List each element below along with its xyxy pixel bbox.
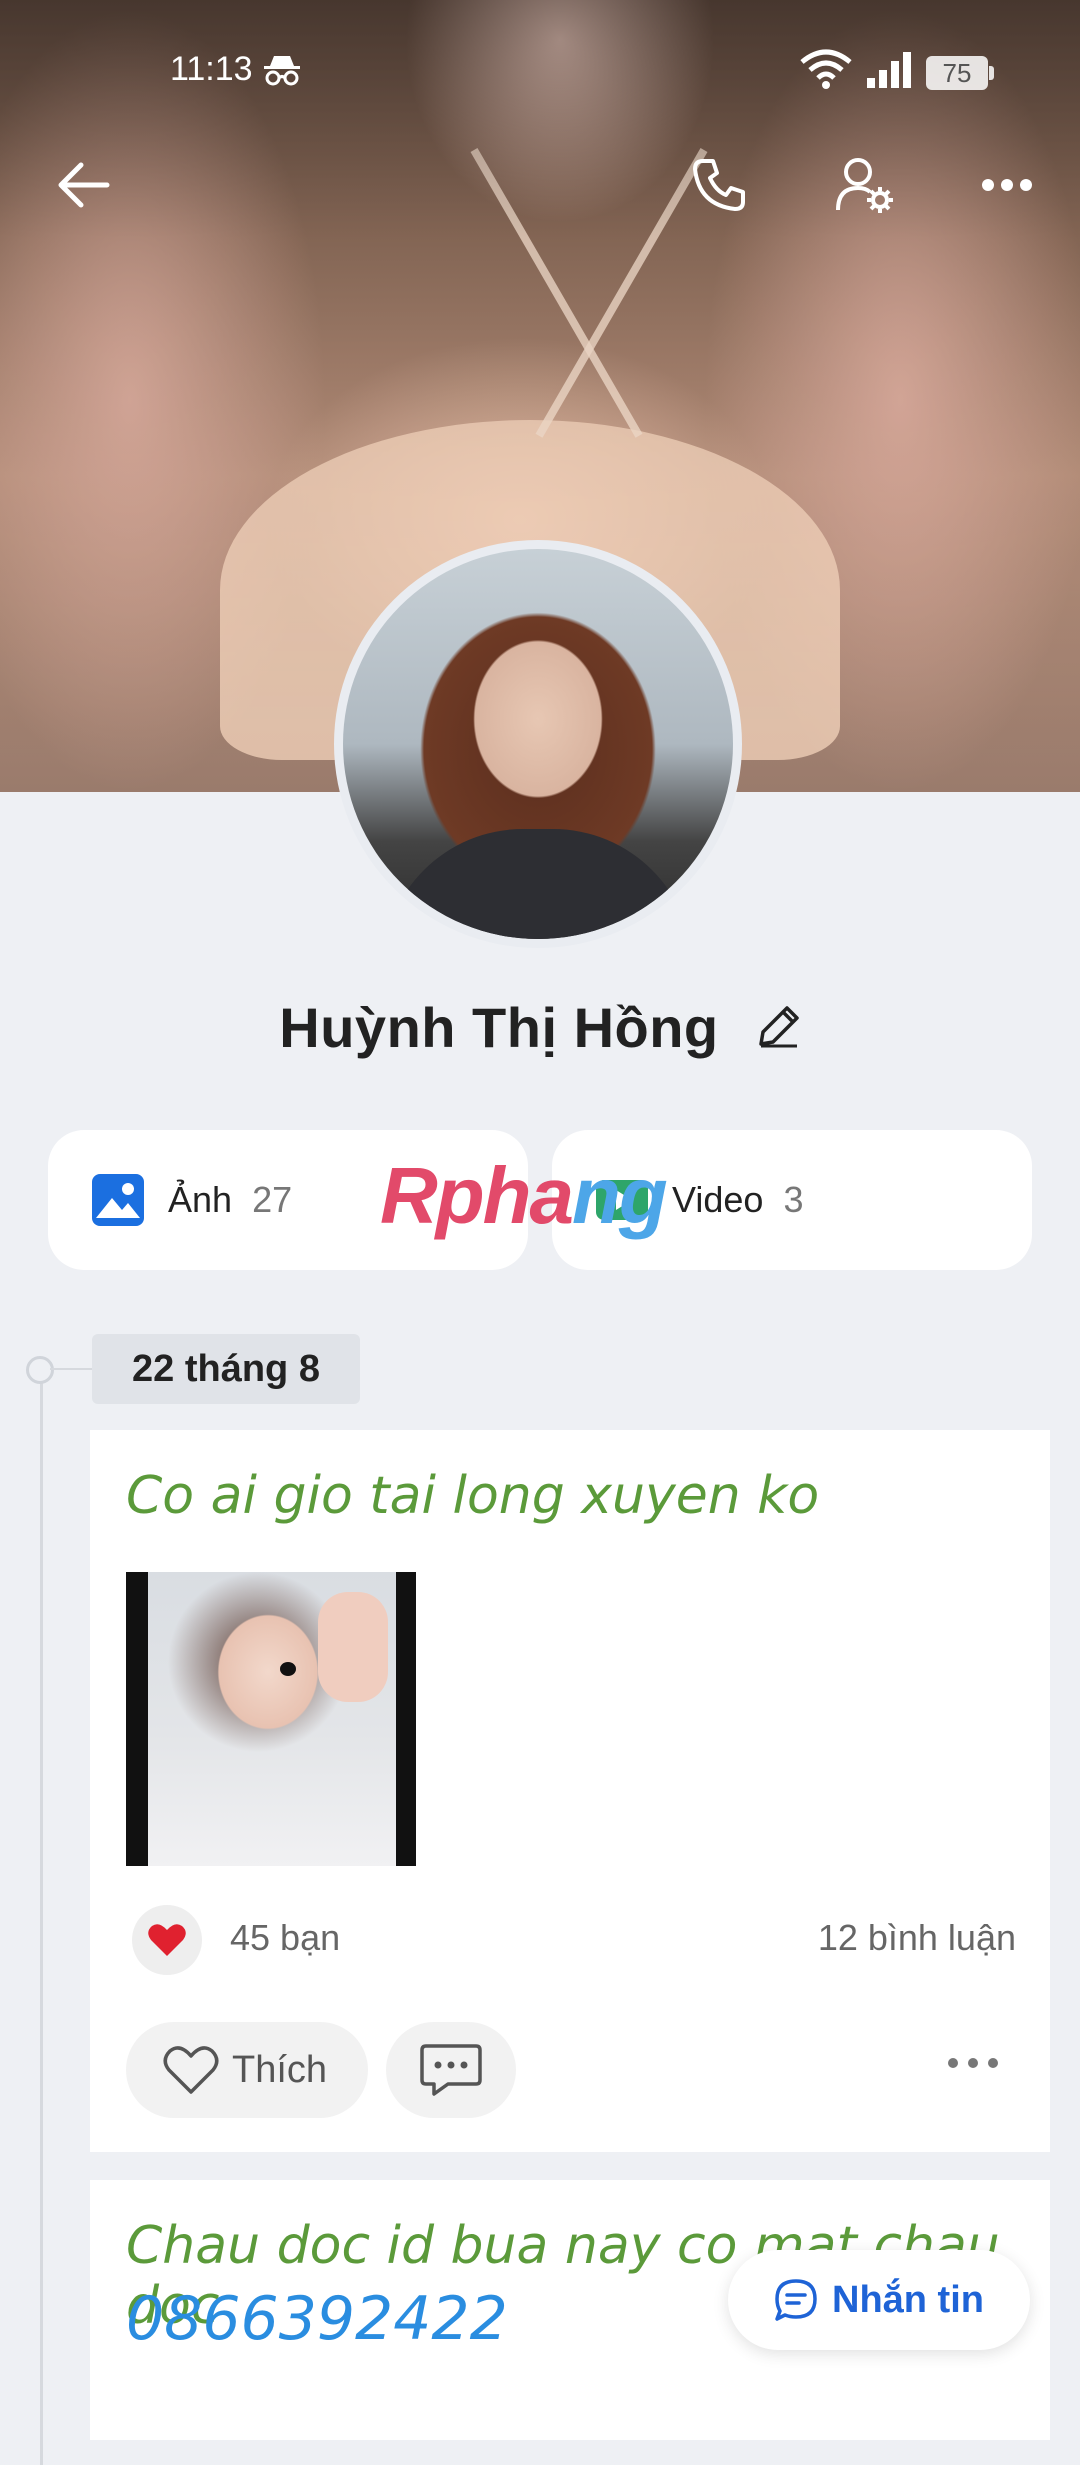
heart-outline-icon (162, 2044, 220, 2096)
status-bar: 11:13 75 (0, 40, 1080, 100)
call-button[interactable] (684, 150, 754, 220)
back-button[interactable] (48, 150, 118, 220)
profile-settings-button[interactable] (830, 150, 900, 220)
avatar-photo-detail (383, 829, 693, 939)
photos-count: 27 (252, 1179, 293, 1220)
watermark-text-1: Rpha (380, 1151, 574, 1240)
timeline-line (40, 1365, 43, 2465)
image-icon (90, 1172, 146, 1228)
pencil-icon (758, 1005, 799, 1048)
arrow-left-icon (58, 162, 110, 208)
profile-name-text: Huỳnh Thị Hồng (279, 996, 719, 1059)
user-gear-icon (836, 158, 893, 213)
post-image-detail (280, 1662, 296, 1676)
post-phone-number[interactable]: 0866392422 (126, 2284, 508, 2354)
photos-label: Ảnh (168, 1179, 233, 1220)
post-image-content (148, 1572, 396, 1866)
comment-button[interactable] (386, 2022, 516, 2118)
like-button[interactable]: Thích (126, 2022, 368, 2118)
edit-name-button[interactable] (757, 996, 801, 1061)
timeline-date: 22 tháng 8 (92, 1334, 360, 1404)
post-image-detail (318, 1592, 388, 1702)
timeline-dot (26, 1356, 54, 1384)
battery-indicator: 75 (926, 56, 994, 90)
reaction-count: 45 bạn (230, 1917, 341, 1958)
avatar[interactable] (334, 540, 742, 948)
comment-count[interactable]: 12 bình luận (818, 1917, 1016, 1959)
post-more-button[interactable] (946, 2056, 1000, 2075)
feed-post[interactable]: Co ai gio tai long xuyen ko 45 bạn 12 bì… (90, 1430, 1050, 2152)
wifi-icon (800, 48, 852, 95)
avatar-photo (343, 549, 733, 939)
watermark-text-2: ng (572, 1151, 668, 1240)
heart-icon (132, 1905, 202, 1975)
reactions-row[interactable]: 45 bạn 12 bình luận (126, 1905, 1016, 1975)
more-options-button[interactable] (972, 150, 1042, 220)
post-image[interactable] (126, 1572, 416, 1866)
incognito-icon (262, 52, 302, 93)
message-button[interactable]: Nhắn tin (728, 2250, 1030, 2350)
videos-count: 3 (783, 1179, 804, 1220)
signal-icon (865, 50, 915, 95)
more-horizontal-icon (948, 2058, 998, 2068)
profile-name: Huỳnh Thị Hồng (0, 995, 1080, 1061)
comment-icon (420, 2044, 482, 2096)
more-horizontal-icon (982, 179, 1032, 191)
post-text: Co ai gio tai long xuyen ko (126, 1466, 820, 1526)
phone-icon (693, 159, 745, 211)
status-time: 11:13 (170, 50, 253, 88)
timeline-connector (50, 1368, 92, 1370)
videos-label: Video (672, 1179, 764, 1220)
chat-icon (775, 2279, 817, 2321)
watermark-logo: Rphang (380, 1150, 668, 1242)
like-label: Thích (232, 2048, 328, 2091)
message-button-label: Nhắn tin (832, 2278, 984, 2321)
